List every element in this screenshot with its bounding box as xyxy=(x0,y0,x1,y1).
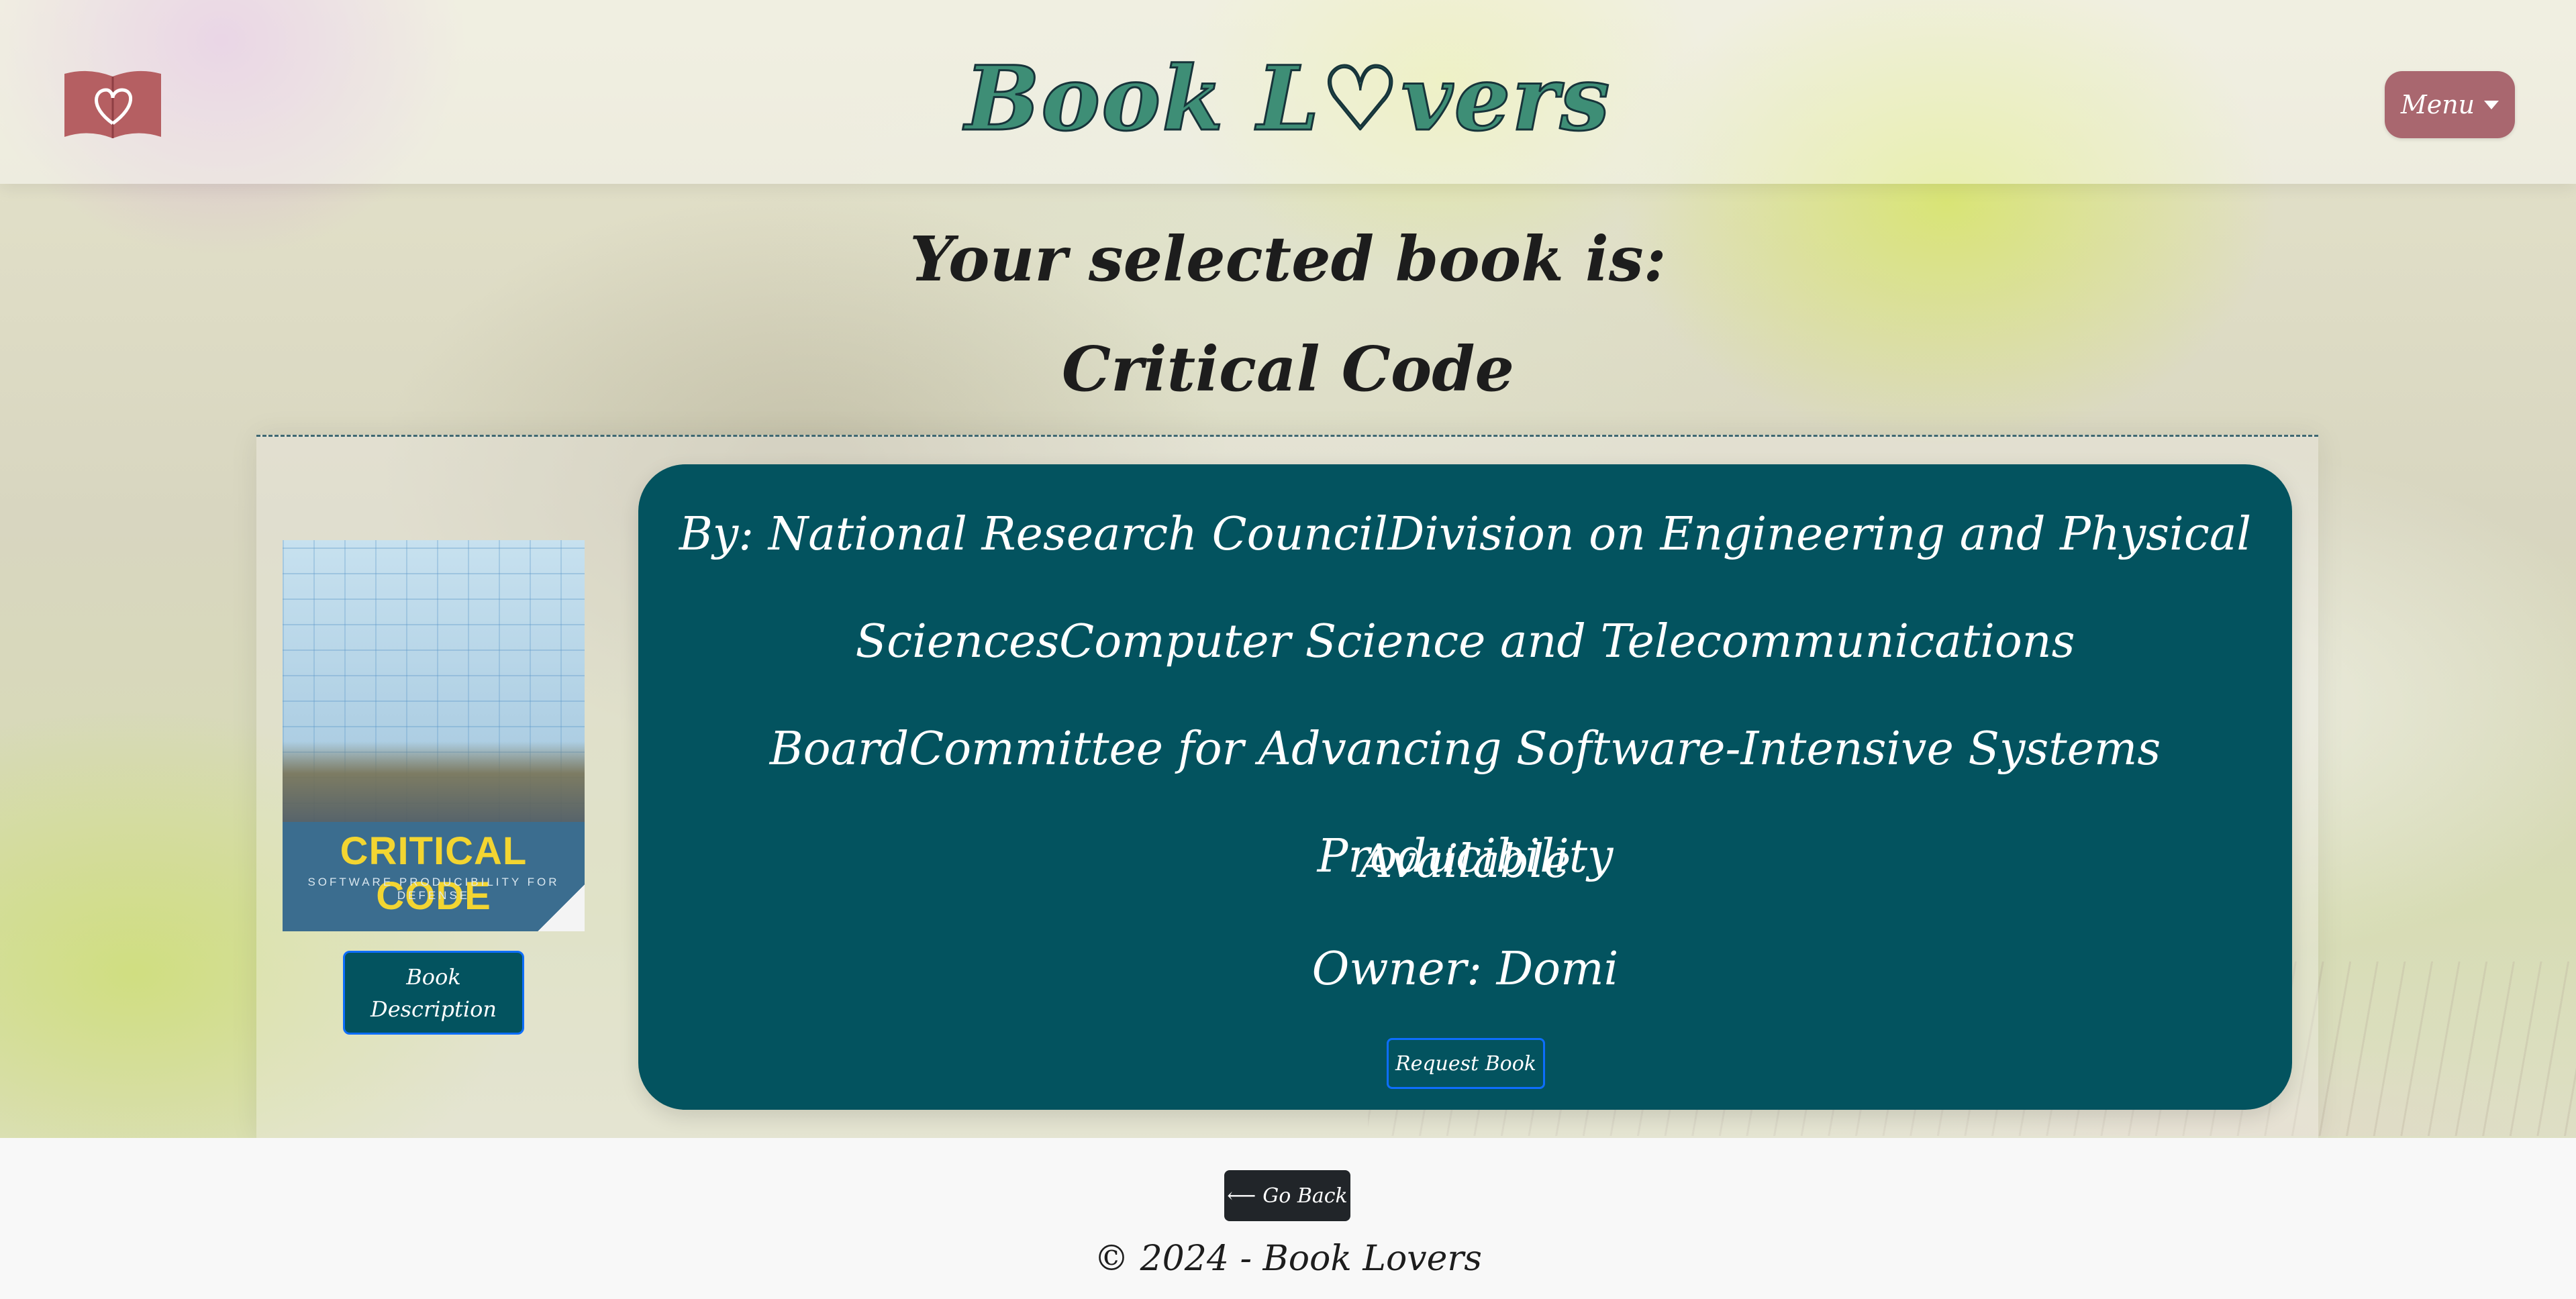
book-description-button[interactable]: Book Description xyxy=(343,951,524,1035)
book-cover-image: CRITICAL CODE SOFTWARE PRODUCIBILITY FOR… xyxy=(283,540,585,931)
arrow-left-icon: ⟵ xyxy=(1227,1184,1256,1208)
go-back-button[interactable]: ⟵ Go Back xyxy=(1224,1170,1350,1221)
page-footer: ⟵ Go Back © 2024 - Book Lovers xyxy=(0,1138,2576,1299)
book-title: Critical Code xyxy=(1061,333,1515,405)
menu-button[interactable]: Menu xyxy=(2385,71,2515,138)
request-book-button[interactable]: Request Book xyxy=(1387,1038,1545,1089)
menu-label: Menu xyxy=(2400,90,2475,119)
top-navbar: Book L♡vers Menu xyxy=(0,0,2576,184)
selected-book-heading: Your selected book is: xyxy=(909,223,1667,295)
book-info-panel: By: National Research CouncilDivision on… xyxy=(638,464,2292,1110)
owner-line: Owner: Domi xyxy=(1311,943,1619,996)
page-curl xyxy=(538,884,585,931)
cover-vehicles xyxy=(283,741,585,822)
caret-down-icon xyxy=(2484,100,2499,109)
copyright-text: © 2024 - Book Lovers xyxy=(1094,1239,1482,1279)
site-title[interactable]: Book L♡vers xyxy=(0,46,2576,152)
availability-status: Available xyxy=(1359,835,1571,888)
go-back-label: Go Back xyxy=(1262,1184,1348,1208)
